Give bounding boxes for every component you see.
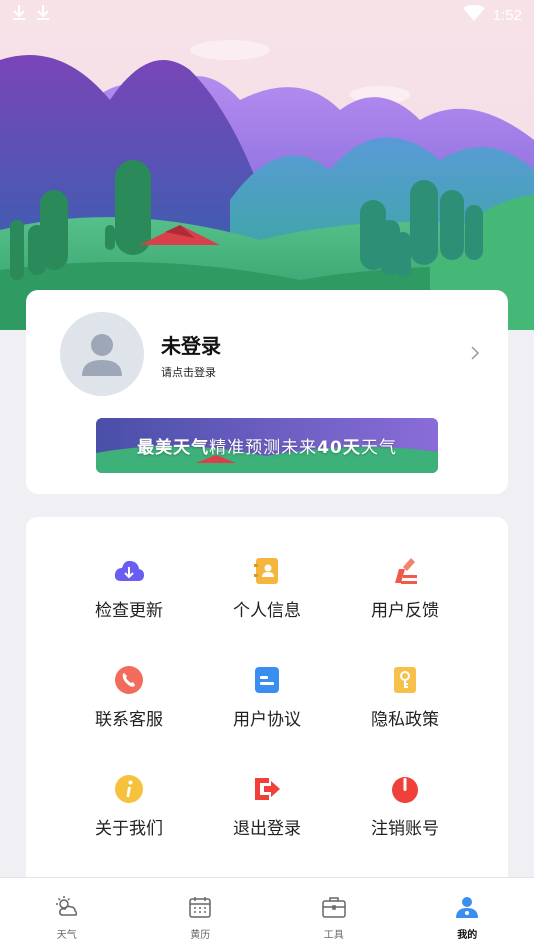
tab-label: 天气 bbox=[56, 930, 77, 941]
menu-label: 关于我们 bbox=[95, 819, 163, 839]
default-avatar-icon bbox=[60, 312, 144, 396]
avatar[interactable] bbox=[60, 312, 144, 396]
banner-days: 40天 bbox=[317, 438, 361, 458]
menu-label: 用户反馈 bbox=[371, 601, 439, 621]
menu-label: 检查更新 bbox=[95, 601, 163, 621]
key-icon bbox=[389, 664, 421, 696]
tab-almanac[interactable]: 黄历 bbox=[134, 878, 268, 949]
banner-text-end: 天气 bbox=[360, 438, 397, 458]
banner-text: 最美天气 精准预测未来 40天 天气 bbox=[96, 418, 438, 473]
bottom-tab-bar: 天气 黄历 工具 我的 bbox=[0, 877, 534, 949]
contact-card-icon bbox=[251, 555, 283, 587]
phone-icon bbox=[113, 664, 145, 696]
download-icon bbox=[36, 4, 50, 26]
status-bar: 1:52 bbox=[0, 0, 534, 30]
tab-label: 我的 bbox=[457, 930, 478, 941]
tab-label: 黄历 bbox=[190, 930, 211, 941]
menu-item-about-us[interactable]: 关于我们 bbox=[64, 773, 194, 853]
status-time: 1:52 bbox=[492, 6, 522, 24]
menu-item-personal-info[interactable]: 个人信息 bbox=[202, 555, 332, 635]
menu-item-logout[interactable]: 退出登录 bbox=[202, 773, 332, 853]
profile-card[interactable]: 未登录 请点击登录 最美天气 精准预测未来 40天 天气 bbox=[26, 290, 508, 494]
menu-label: 退出登录 bbox=[233, 819, 301, 839]
calendar-icon bbox=[187, 894, 213, 924]
info-icon bbox=[113, 773, 145, 805]
user-icon bbox=[454, 894, 480, 924]
menu-item-check-update[interactable]: 检查更新 bbox=[64, 555, 194, 635]
agreement-icon bbox=[251, 664, 283, 696]
menu-label: 个人信息 bbox=[233, 601, 301, 621]
chevron-right-icon[interactable] bbox=[470, 345, 480, 365]
menu-label: 用户协议 bbox=[233, 710, 301, 730]
tab-label: 工具 bbox=[323, 930, 344, 941]
login-hint[interactable]: 请点击登录 bbox=[161, 364, 216, 380]
wifi-icon bbox=[462, 4, 485, 25]
menu-label: 隐私政策 bbox=[371, 710, 439, 730]
tab-weather[interactable]: 天气 bbox=[0, 878, 134, 949]
banner-text-mid: 精准预测未来 bbox=[209, 438, 318, 458]
banner-brand: 最美天气 bbox=[137, 438, 210, 458]
tab-tools[interactable]: 工具 bbox=[267, 878, 401, 949]
menu-grid: 检查更新 个人信息 用户反馈 联系客服 用户协议 隐私政策 关于我们 退出登录 … bbox=[26, 517, 508, 887]
logout-icon bbox=[251, 773, 283, 805]
weather-icon bbox=[54, 894, 80, 924]
menu-item-user-agreement[interactable]: 用户协议 bbox=[202, 664, 332, 744]
menu-item-feedback[interactable]: 用户反馈 bbox=[340, 555, 470, 635]
power-icon bbox=[389, 773, 421, 805]
menu-label: 注销账号 bbox=[371, 819, 439, 839]
cloud-download-icon bbox=[113, 555, 145, 587]
edit-feedback-icon bbox=[389, 555, 421, 587]
tab-mine[interactable]: 我的 bbox=[401, 878, 534, 949]
menu-item-privacy-policy[interactable]: 隐私政策 bbox=[340, 664, 470, 744]
promo-banner[interactable]: 最美天气 精准预测未来 40天 天气 bbox=[96, 418, 438, 473]
menu-item-delete-account[interactable]: 注销账号 bbox=[340, 773, 470, 853]
login-status-title[interactable]: 未登录 bbox=[161, 330, 221, 359]
header-illustration bbox=[0, 0, 534, 330]
menu-label: 联系客服 bbox=[95, 710, 163, 730]
toolbox-icon bbox=[321, 894, 347, 924]
menu-item-customer-service[interactable]: 联系客服 bbox=[64, 664, 194, 744]
download-icon bbox=[12, 4, 26, 26]
